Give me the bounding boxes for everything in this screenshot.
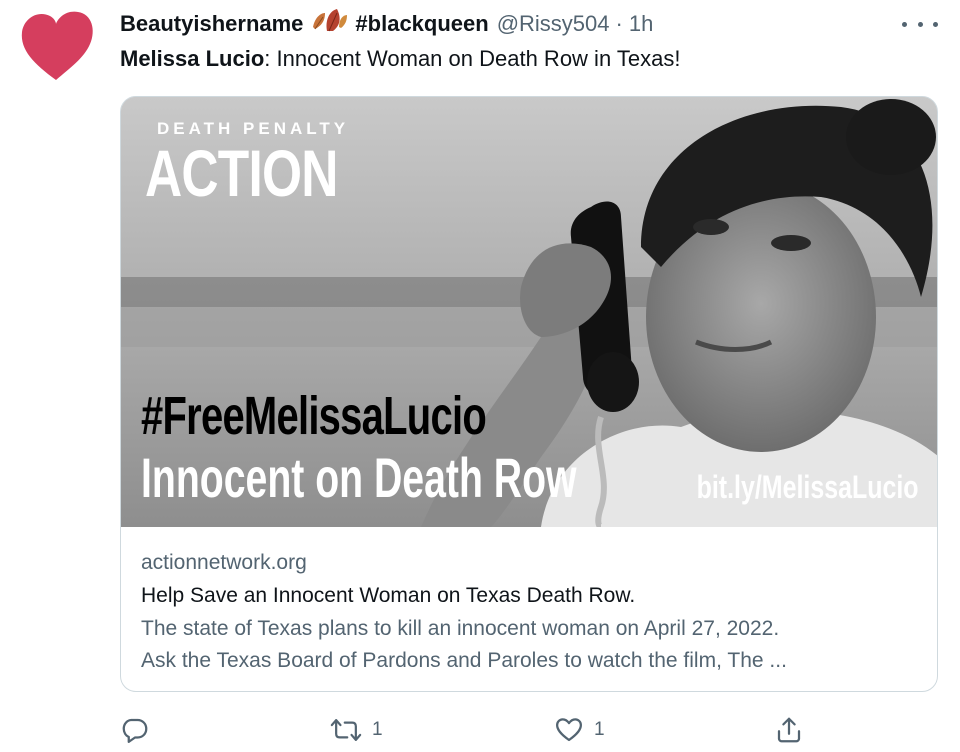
card-domain: actionnetwork.org — [141, 551, 307, 574]
card-meta: actionnetwork.org Help Save an Innocent … — [141, 547, 917, 677]
separator-dot: · — [615, 11, 623, 36]
share-button[interactable] — [774, 712, 804, 748]
tweet-header: Beautyishername #blackqueen @Rissy504 · … — [120, 8, 940, 40]
tweet-timestamp[interactable]: 1h — [629, 11, 653, 37]
fall-leaf-icon — [311, 9, 349, 39]
heart-avatar-icon — [21, 11, 93, 81]
heart-outline-icon — [556, 718, 582, 742]
retweet-count: 1 — [372, 719, 383, 740]
org-name-main: ACTION — [145, 136, 338, 210]
like-button[interactable]: 1 — [554, 712, 605, 748]
image-link-text: bit.ly/MelissaLucio — [697, 469, 919, 505]
image-subtitle: Innocent on Death Row — [141, 446, 577, 509]
reply-button[interactable] — [120, 712, 160, 748]
author-name[interactable]: Beautyishername — [120, 11, 303, 37]
avatar[interactable] — [16, 6, 96, 86]
image-hashtag: #FreeMelissaLucio — [141, 386, 487, 446]
card-description-line1: The state of Texas plans to kill an inno… — [141, 617, 780, 640]
author-handle[interactable]: @Rissy504 — [497, 11, 610, 37]
tweet-text-bold: Melissa Lucio — [120, 46, 265, 71]
tweet-text: Melissa Lucio: Innocent Woman on Death R… — [120, 46, 680, 72]
link-card[interactable]: DEATH PENALTY ACTION #FreeMelissaLucio I… — [120, 96, 938, 692]
card-image: DEATH PENALTY ACTION #FreeMelissaLucio I… — [121, 97, 937, 527]
reply-icon — [122, 718, 148, 743]
share-icon — [777, 717, 801, 743]
tweet-text-rest: : Innocent Woman on Death Row in Texas! — [264, 46, 681, 71]
like-count: 1 — [594, 719, 605, 740]
more-options-icon[interactable] — [902, 14, 938, 34]
card-description-line2: Ask the Texas Board of Pardons and Parol… — [141, 649, 787, 672]
card-title: Help Save an Innocent Woman on Texas Dea… — [141, 584, 636, 607]
author-hashtag[interactable]: #blackqueen — [355, 11, 488, 37]
tweet-actions: 1 1 — [120, 712, 820, 748]
retweet-button[interactable]: 1 — [330, 712, 383, 748]
retweet-icon — [330, 719, 362, 741]
